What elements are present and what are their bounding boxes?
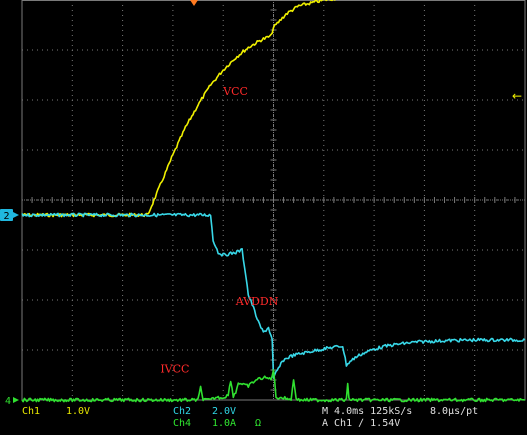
annotation-avddn: AVDDN (235, 295, 279, 308)
ch4-scale: 1.0A (212, 418, 237, 429)
ch4-reference-label: 4 (5, 396, 11, 407)
trigger-level-arrow: ← (512, 89, 522, 103)
ch1-scale: 1.0V (66, 406, 91, 417)
timebase-readout: M 4.0ms 125kS/s (322, 406, 413, 417)
ch2-reference-label: 2 (3, 211, 9, 222)
trigger-readout: A Ch1 ∕ 1.54V (322, 418, 401, 429)
annotation-ivcc: IVCC (160, 363, 189, 376)
annotation-vcc: VCC (222, 85, 248, 98)
sample-period-readout: 8.0µs/pt (430, 406, 479, 417)
ch4-unit-symbol: Ω (255, 418, 262, 429)
ch2-label: Ch2 (173, 406, 192, 417)
ch2-scale: 2.0V (212, 406, 237, 417)
oscilloscope-display: 2 4 ← VCC AVDDN IVCC (0, 0, 527, 435)
ch4-label: Ch4 (173, 418, 192, 429)
ch1-label: Ch1 (22, 406, 41, 417)
